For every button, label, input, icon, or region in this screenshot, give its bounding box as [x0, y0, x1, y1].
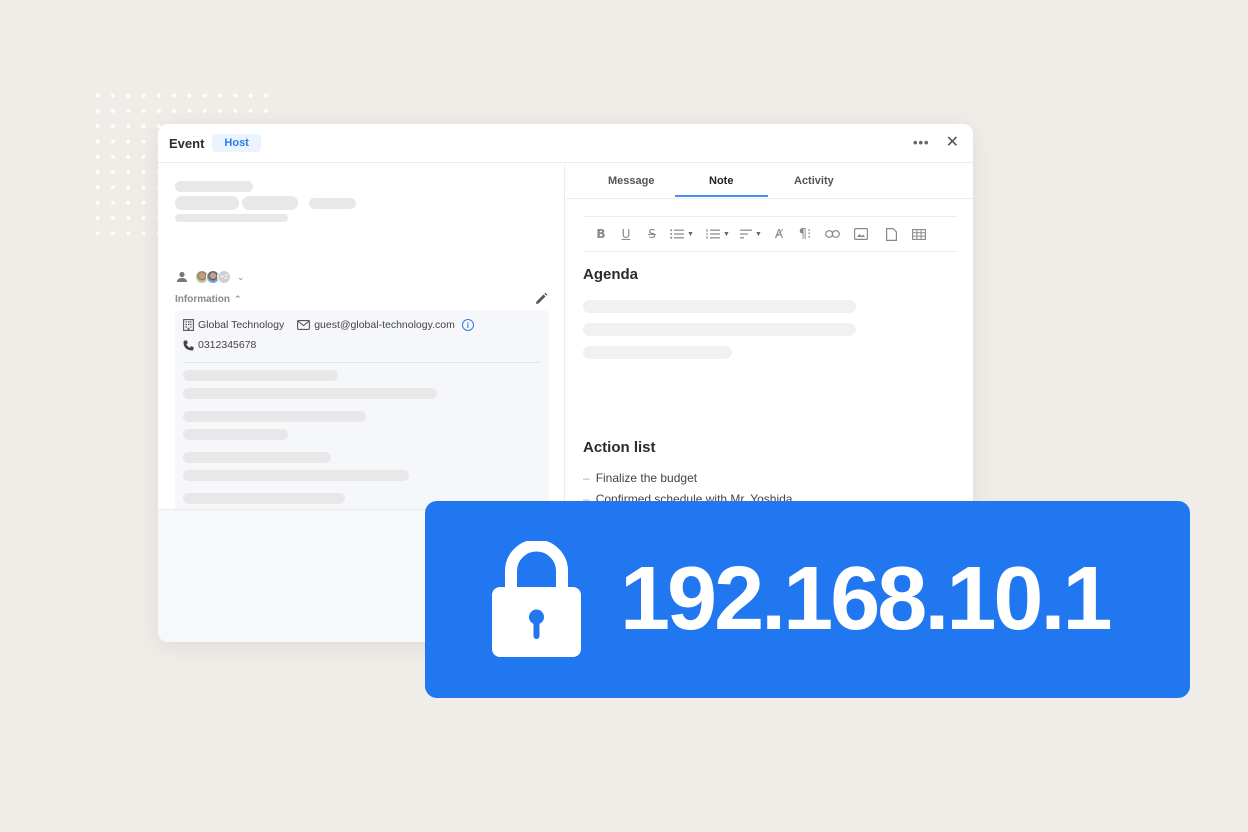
ip-address-banner: 192.168.10.1	[425, 501, 1190, 698]
extra-attendees-count: +2	[217, 270, 231, 284]
underline-icon[interactable]: U	[611, 227, 641, 241]
information-card: Global Technology guest@global-technolog…	[175, 310, 549, 532]
table-icon[interactable]	[905, 228, 933, 240]
paragraph-icon[interactable]: ¶⁝	[791, 227, 819, 242]
more-options-icon[interactable]: •••	[913, 133, 930, 153]
phone-row: 0312345678	[183, 339, 256, 351]
align-icon[interactable]: ▼	[735, 229, 767, 239]
company-row: Global Technology guest@global-technolog…	[183, 319, 474, 331]
info-icon[interactable]: i	[461, 319, 474, 331]
edit-pencil-icon[interactable]	[535, 292, 548, 305]
strikethrough-icon[interactable]: S	[641, 227, 663, 241]
close-icon[interactable]: ✕	[946, 133, 959, 153]
skeleton-line	[183, 411, 366, 422]
numbered-list-icon[interactable]: ▼	[701, 229, 735, 239]
action-item-text: Finalize the budget	[595, 471, 698, 485]
skeleton-line	[309, 198, 356, 209]
chevron-down-icon[interactable]: ⌄	[237, 272, 245, 283]
event-details-panel: +2 ⌄ Information ⌃ Global Technology gue…	[158, 164, 565, 532]
image-icon[interactable]	[845, 228, 877, 240]
skeleton-line	[583, 300, 856, 313]
editor-toolbar: B U S ▼ ▼ ▼ Ⱥ ¶⁝	[583, 216, 957, 252]
building-icon	[183, 319, 194, 331]
person-icon	[177, 271, 187, 282]
skeleton-line	[242, 196, 298, 210]
skeleton-line	[183, 370, 338, 381]
skeleton-line	[583, 323, 856, 336]
bullet-list-icon[interactable]: ▼	[663, 229, 701, 239]
bold-icon[interactable]: B	[591, 227, 611, 241]
divider	[183, 362, 541, 363]
action-list-heading: Action list	[583, 439, 656, 456]
company-name: Global Technology	[198, 319, 285, 331]
tab-bar: Message Note Activity	[566, 164, 973, 199]
window-titlebar: Event Host ••• ✕	[158, 124, 973, 163]
skeleton-line	[175, 181, 253, 192]
file-icon[interactable]	[877, 227, 905, 241]
link-icon[interactable]	[819, 230, 845, 238]
tab-message[interactable]: Message	[608, 175, 654, 187]
skeleton-line	[183, 470, 409, 481]
information-section-toggle[interactable]: Information ⌃	[175, 294, 242, 305]
skeleton-line	[183, 452, 331, 463]
chevron-up-icon: ⌃	[234, 294, 242, 304]
skeleton-line	[183, 493, 345, 504]
ip-address-text: 192.168.10.1	[620, 549, 1112, 649]
skeleton-line	[583, 346, 732, 359]
skeleton-line	[183, 429, 288, 440]
information-header: Information	[175, 294, 230, 305]
active-tab-indicator	[675, 195, 768, 197]
lock-icon	[492, 541, 581, 657]
skeleton-line	[183, 388, 437, 399]
skeleton-line	[175, 214, 288, 222]
phone-icon	[183, 340, 194, 350]
skeleton-line	[175, 196, 239, 210]
action-item: – Finalize the budget	[583, 471, 697, 485]
clear-format-icon[interactable]: Ⱥ	[767, 227, 791, 241]
dash-bullet: –	[583, 471, 590, 485]
window-title: Event	[169, 135, 205, 151]
agenda-heading: Agenda	[583, 266, 639, 283]
mail-icon	[297, 320, 311, 330]
host-badge: Host	[212, 134, 261, 152]
attendees-row[interactable]: +2 ⌄	[175, 270, 245, 284]
tab-note[interactable]: Note	[709, 175, 733, 187]
email-link[interactable]: guest@global-technology.com	[314, 319, 455, 331]
tab-activity[interactable]: Activity	[794, 175, 834, 187]
phone-number: 0312345678	[198, 339, 257, 351]
